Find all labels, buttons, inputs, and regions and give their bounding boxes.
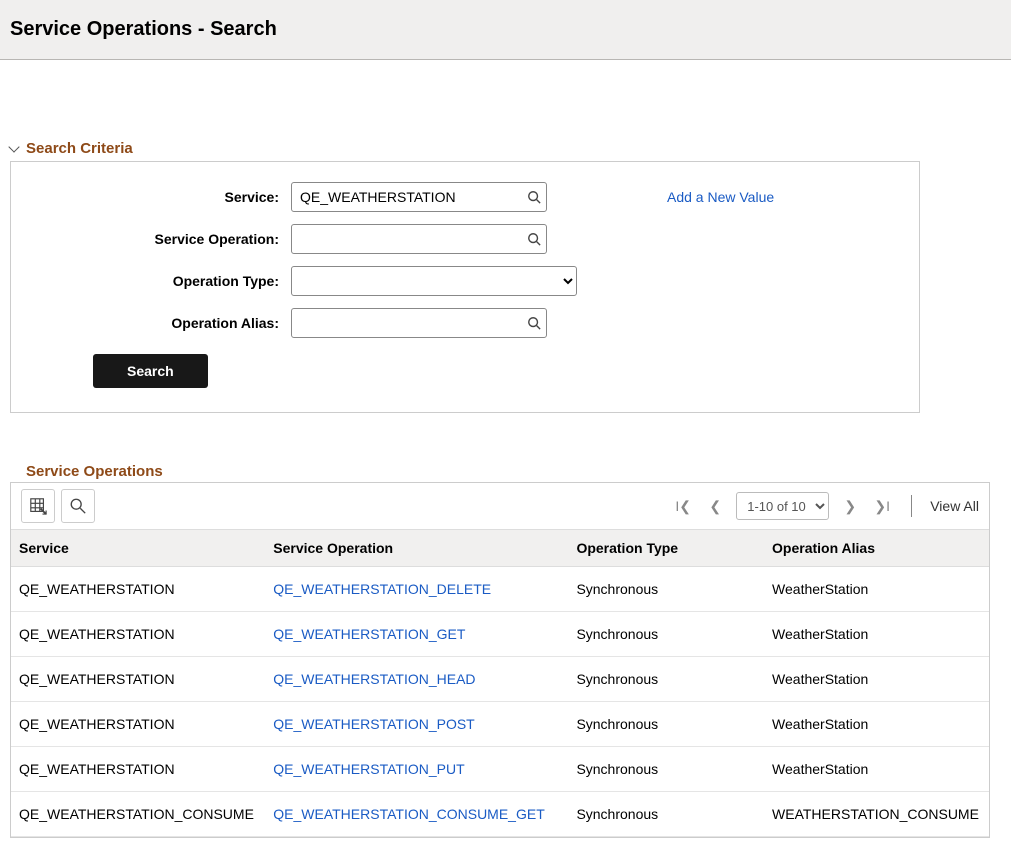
service-operation-label: Service Operation: bbox=[41, 231, 291, 247]
toolbar-separator bbox=[911, 495, 912, 517]
cell-service-operation-link[interactable]: QE_WEATHERSTATION_CONSUME_GET bbox=[265, 792, 568, 837]
cell-service: QE_WEATHERSTATION bbox=[11, 567, 265, 612]
cell-operation-type: Synchronous bbox=[568, 792, 764, 837]
cell-service: QE_WEATHERSTATION bbox=[11, 657, 265, 702]
cell-operation-alias: WeatherStation bbox=[764, 657, 989, 702]
cell-operation-alias: WeatherStation bbox=[764, 747, 989, 792]
cell-operation-alias: WEATHERSTATION_CONSUME bbox=[764, 792, 989, 837]
operation-alias-lookup-icon[interactable] bbox=[527, 316, 541, 330]
cell-operation-alias: WeatherStation bbox=[764, 702, 989, 747]
operation-type-select[interactable] bbox=[291, 266, 577, 296]
cell-service: QE_WEATHERSTATION bbox=[11, 702, 265, 747]
search-criteria-box: Service: Add a New Value Service Operati… bbox=[10, 161, 920, 413]
cell-service: QE_WEATHERSTATION bbox=[11, 747, 265, 792]
cell-operation-type: Synchronous bbox=[568, 567, 764, 612]
table-row: QE_WEATHERSTATIONQE_WEATHERSTATION_DELET… bbox=[11, 567, 989, 612]
table-row: QE_WEATHERSTATIONQE_WEATHERSTATION_POSTS… bbox=[11, 702, 989, 747]
col-service[interactable]: Service bbox=[11, 530, 265, 567]
cell-operation-type: Synchronous bbox=[568, 702, 764, 747]
grid-table: Service Service Operation Operation Type… bbox=[11, 530, 989, 837]
service-operations-grid: I❮ ❮ 1-10 of 10 ❯ ❯I View All Service Se… bbox=[10, 482, 990, 838]
cell-operation-type: Synchronous bbox=[568, 612, 764, 657]
cell-operation-alias: WeatherStation bbox=[764, 612, 989, 657]
col-operation-type[interactable]: Operation Type bbox=[568, 530, 764, 567]
cell-service-operation-link[interactable]: QE_WEATHERSTATION_DELETE bbox=[265, 567, 568, 612]
cell-operation-type: Synchronous bbox=[568, 657, 764, 702]
search-button[interactable]: Search bbox=[93, 354, 208, 388]
view-all-link[interactable]: View All bbox=[930, 498, 979, 514]
operation-alias-input[interactable] bbox=[291, 308, 547, 338]
row-range-select[interactable]: 1-10 of 10 bbox=[736, 492, 829, 520]
grid-toolbar: I❮ ❮ 1-10 of 10 ❯ ❯I View All bbox=[11, 483, 989, 530]
col-service-operation[interactable]: Service Operation bbox=[265, 530, 568, 567]
cell-service-operation-link[interactable]: QE_WEATHERSTATION_HEAD bbox=[265, 657, 568, 702]
prev-page-icon[interactable]: ❮ bbox=[704, 498, 726, 515]
service-operation-lookup-icon[interactable] bbox=[527, 232, 541, 246]
cell-service: QE_WEATHERSTATION_CONSUME bbox=[11, 792, 265, 837]
page-header: Service Operations - Search bbox=[0, 0, 1011, 60]
operation-alias-label: Operation Alias: bbox=[41, 315, 291, 331]
table-row: QE_WEATHERSTATIONQE_WEATHERSTATION_PUTSy… bbox=[11, 747, 989, 792]
search-criteria-heading[interactable]: Search Criteria bbox=[10, 140, 1001, 157]
cell-operation-type: Synchronous bbox=[568, 747, 764, 792]
cell-operation-alias: WeatherStation bbox=[764, 567, 989, 612]
chevron-down-icon bbox=[8, 141, 19, 152]
first-page-icon[interactable]: I❮ bbox=[672, 498, 694, 515]
service-operations-heading: Service Operations bbox=[26, 463, 1001, 480]
grid-header-row: Service Service Operation Operation Type… bbox=[11, 530, 989, 567]
cell-service-operation-link[interactable]: QE_WEATHERSTATION_PUT bbox=[265, 747, 568, 792]
grid-personalize-button[interactable] bbox=[21, 489, 55, 523]
cell-service-operation-link[interactable]: QE_WEATHERSTATION_GET bbox=[265, 612, 568, 657]
service-input[interactable] bbox=[291, 182, 547, 212]
service-lookup-icon[interactable] bbox=[527, 190, 541, 204]
cell-service-operation-link[interactable]: QE_WEATHERSTATION_POST bbox=[265, 702, 568, 747]
next-page-icon[interactable]: ❯ bbox=[839, 498, 861, 515]
page-title: Service Operations - Search bbox=[10, 18, 1001, 41]
add-new-value-link[interactable]: Add a New Value bbox=[667, 189, 774, 205]
table-row: QE_WEATHERSTATIONQE_WEATHERSTATION_HEADS… bbox=[11, 657, 989, 702]
last-page-icon[interactable]: ❯I bbox=[871, 498, 893, 515]
cell-service: QE_WEATHERSTATION bbox=[11, 612, 265, 657]
table-row: QE_WEATHERSTATION_CONSUMEQE_WEATHERSTATI… bbox=[11, 792, 989, 837]
service-label: Service: bbox=[41, 189, 291, 205]
operation-type-label: Operation Type: bbox=[41, 273, 291, 289]
col-operation-alias[interactable]: Operation Alias bbox=[764, 530, 989, 567]
grid-find-button[interactable] bbox=[61, 489, 95, 523]
table-row: QE_WEATHERSTATIONQE_WEATHERSTATION_GETSy… bbox=[11, 612, 989, 657]
search-criteria-label: Search Criteria bbox=[26, 140, 133, 157]
service-operation-input[interactable] bbox=[291, 224, 547, 254]
